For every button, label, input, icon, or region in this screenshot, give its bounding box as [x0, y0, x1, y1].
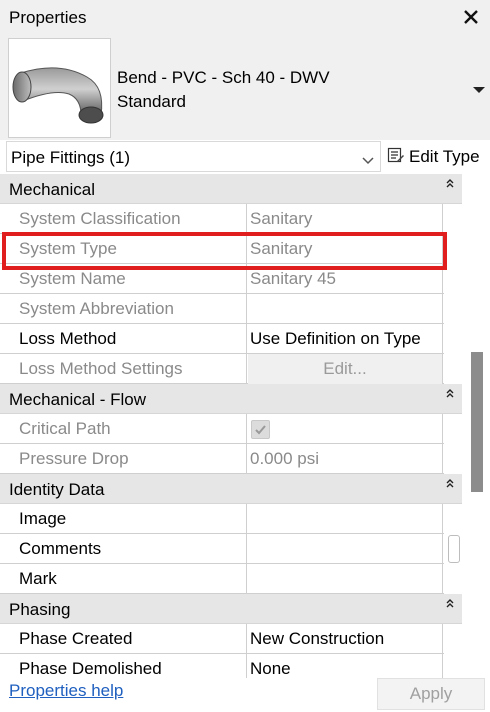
type-name: Bend - PVC - Sch 40 - DWV Standard — [117, 66, 330, 114]
collapse-icon[interactable] — [444, 476, 456, 488]
property-name: System Classification — [0, 204, 247, 234]
property-name: Comments — [0, 534, 247, 564]
collapse-icon[interactable] — [444, 386, 456, 398]
section-label: Identity Data — [9, 480, 105, 499]
section-mechanical-flow[interactable]: Mechanical - Flow — [0, 384, 462, 414]
edit-type-label: Edit Type — [409, 147, 480, 166]
section-mechanical[interactable]: Mechanical — [0, 174, 462, 204]
property-value — [248, 414, 443, 444]
mark-field[interactable] — [248, 564, 443, 594]
category-filter-select[interactable]: Pipe Fittings (1) — [6, 141, 381, 172]
property-name: Pressure Drop — [0, 444, 247, 474]
property-row: Phase Created New Construction — [0, 624, 462, 654]
chevron-down-icon — [362, 152, 374, 165]
property-name: Mark — [0, 564, 247, 594]
property-row: Mark — [0, 564, 462, 594]
property-name: Loss Method Settings — [0, 354, 247, 384]
section-identity-data[interactable]: Identity Data — [0, 474, 462, 504]
category-filter-value: Pipe Fittings (1) — [11, 148, 131, 167]
property-row: Comments — [0, 534, 462, 564]
phase-demolished-select[interactable]: None — [248, 654, 443, 678]
filter-row: Pipe Fittings (1) Edit Type — [0, 140, 490, 174]
close-icon[interactable] — [458, 4, 484, 30]
chevron-down-icon[interactable] — [472, 82, 486, 93]
pipe-bend-thumbnail — [8, 38, 111, 138]
titlebar: Properties — [0, 0, 490, 36]
property-name: Phase Created — [0, 624, 247, 654]
properties-help-link[interactable]: Properties help — [9, 681, 123, 701]
property-row: Image — [0, 504, 462, 534]
property-name: Critical Path — [0, 414, 247, 444]
property-value[interactable] — [248, 294, 443, 324]
property-name: System Name — [0, 264, 247, 294]
property-name: System Abbreviation — [0, 294, 247, 324]
image-field[interactable] — [248, 504, 443, 534]
property-row: System Abbreviation — [0, 294, 462, 324]
panel-title: Properties — [9, 8, 87, 27]
property-value: Sanitary — [248, 234, 443, 264]
edit-type-button[interactable]: Edit Type — [387, 144, 480, 170]
property-value: 0.000 psi — [248, 444, 443, 474]
property-value: Sanitary 45 — [248, 264, 443, 294]
property-row: System Type Sanitary — [0, 234, 462, 264]
checkbox-checked-icon[interactable] — [251, 420, 270, 439]
property-name: Phase Demolished — [0, 654, 247, 678]
type-variant: Standard — [117, 92, 186, 111]
property-row: Critical Path — [0, 414, 462, 444]
footer: Properties help Apply — [0, 678, 490, 712]
comments-field[interactable] — [248, 534, 443, 564]
property-row: System Classification Sanitary — [0, 204, 462, 234]
section-phasing[interactable]: Phasing — [0, 594, 462, 624]
property-value: Sanitary — [248, 204, 443, 234]
section-label: Mechanical - Flow — [9, 390, 146, 409]
column-resize-handle[interactable] — [448, 535, 460, 563]
property-row: System Name Sanitary 45 — [0, 264, 462, 294]
property-row: Phase Demolished None — [0, 654, 462, 678]
apply-button[interactable]: Apply — [377, 678, 485, 710]
scrollbar-thumb[interactable] — [471, 352, 483, 492]
section-label: Phasing — [9, 600, 71, 619]
property-row: Pressure Drop 0.000 psi — [0, 444, 462, 474]
type-family: Bend - PVC - Sch 40 - DWV — [117, 68, 330, 87]
property-row: Loss Method Settings Edit... — [0, 354, 462, 384]
type-selector[interactable]: Bend - PVC - Sch 40 - DWV Standard — [0, 36, 490, 140]
edit-type-icon — [387, 146, 405, 169]
loss-method-select[interactable]: Use Definition on Type — [248, 324, 443, 354]
phase-created-select[interactable]: New Construction — [248, 624, 443, 654]
property-name: Loss Method — [0, 324, 247, 354]
section-label: Mechanical — [9, 180, 95, 199]
property-row: Loss Method Use Definition on Type — [0, 324, 462, 354]
loss-method-settings-edit-button[interactable]: Edit... — [248, 354, 443, 384]
property-name: System Type — [0, 234, 247, 264]
collapse-icon[interactable] — [444, 176, 456, 188]
property-grid: Mechanical System Classification Sanitar… — [0, 174, 462, 678]
property-name: Image — [0, 504, 247, 534]
collapse-icon[interactable] — [444, 596, 456, 608]
